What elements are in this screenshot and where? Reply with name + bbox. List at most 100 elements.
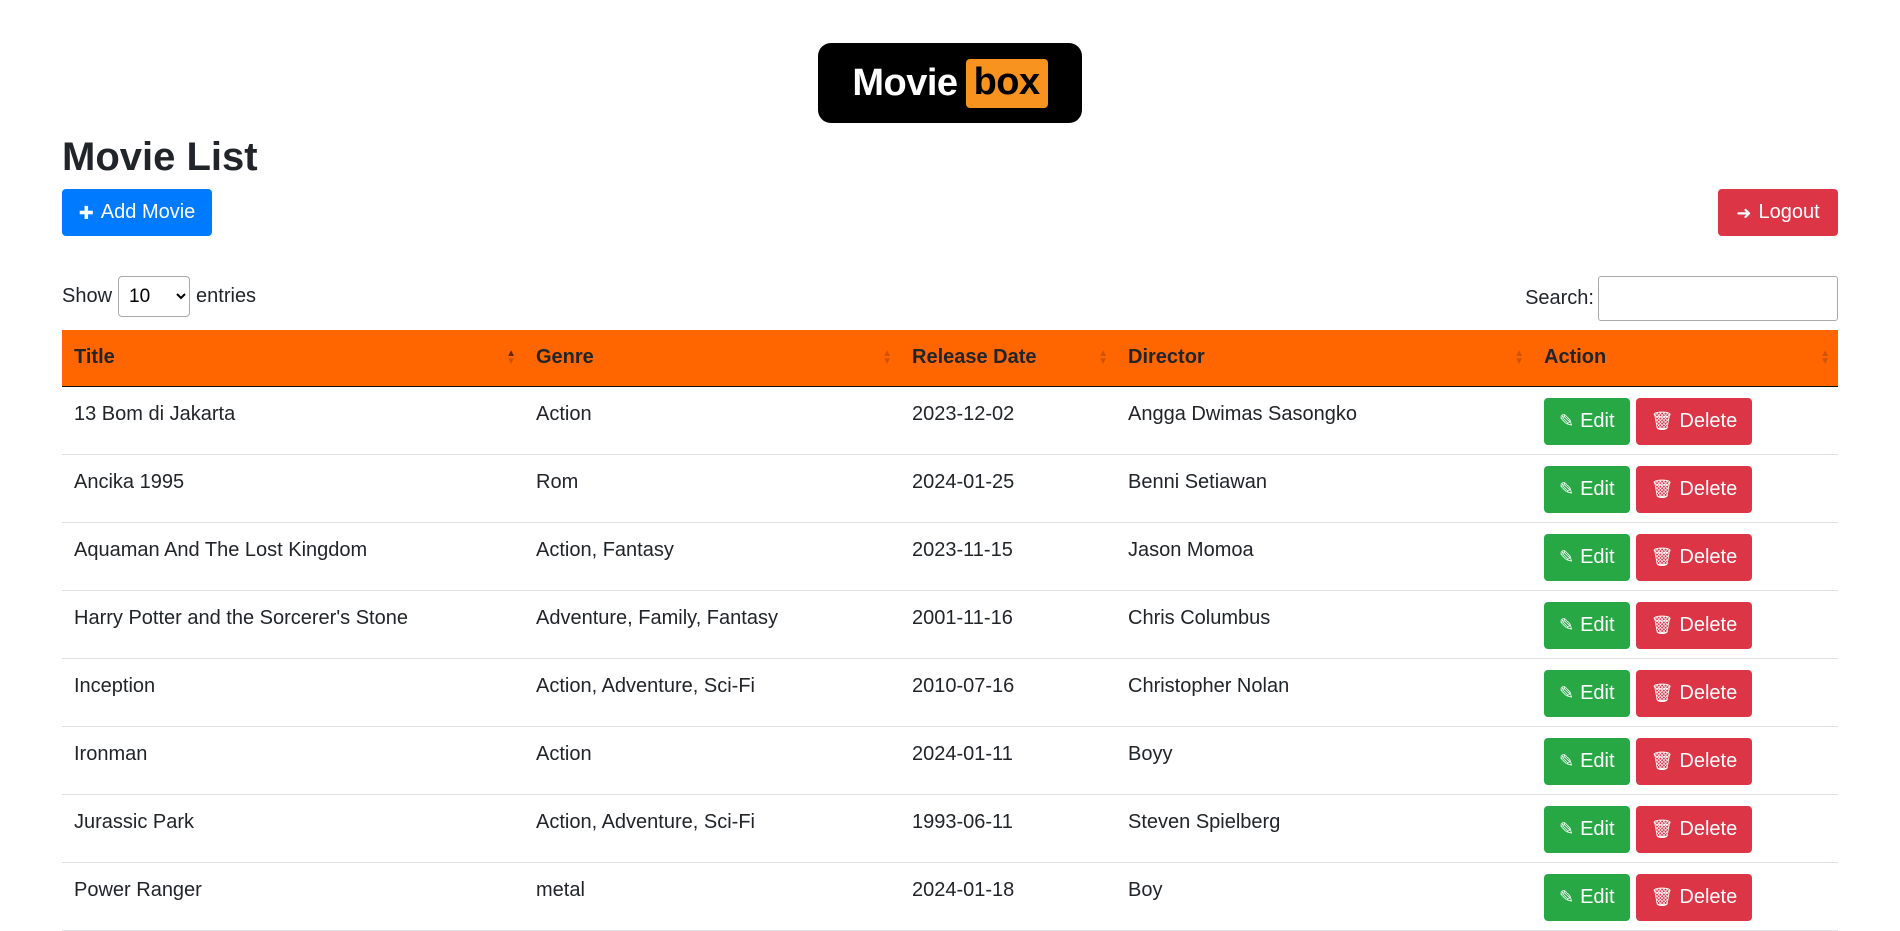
cell-release-date: 2010-07-16 xyxy=(912,674,1015,697)
edit-label: Edit xyxy=(1580,817,1615,840)
delete-button[interactable]: 🗑 Delete xyxy=(1635,465,1753,513)
add-movie-button[interactable]: ✚ Add Movie xyxy=(62,189,212,236)
sort-ascending-icon: ▲ ▼ xyxy=(506,347,516,367)
cell-title: Jurassic Park xyxy=(74,810,195,833)
movie-table: Title ▲ ▼ Genre ▲ ▼ Release Date ▲ ▼ Direct… xyxy=(62,330,1838,931)
row-actions: ✎ Edit 🗑 Delete xyxy=(1544,805,1826,853)
delete-button[interactable]: 🗑 Delete xyxy=(1635,601,1753,649)
cell-release-date: 2024-01-25 xyxy=(912,470,1015,493)
table-row: Inception Action, Adventure, Sci-Fi 2010-0… xyxy=(62,658,1838,726)
delete-button[interactable]: 🗑 Delete xyxy=(1635,533,1753,581)
column-header-title[interactable]: Title ▲ ▼ xyxy=(62,330,524,387)
cell-release-date: 2001-11-16 xyxy=(912,606,1013,629)
edit-button[interactable]: ✎ Edit xyxy=(1544,601,1630,649)
page-length-control: Show 10 entries xyxy=(62,276,256,317)
cell-action: ✎ Edit 🗑 Delete xyxy=(1532,454,1838,522)
edit-icon: ✎ xyxy=(1559,479,1575,499)
cell-title: Harry Potter and the Sorcerer's Stone xyxy=(74,606,408,629)
delete-button[interactable]: 🗑 Delete xyxy=(1635,873,1753,921)
cell-director: Christopher Nolan xyxy=(1128,674,1290,697)
table-row: 13 Bom di Jakarta Action 2023-12-02 Angga D… xyxy=(62,386,1838,454)
row-actions: ✎ Edit 🗑 Delete xyxy=(1544,601,1826,649)
sign-out-icon: ➜ xyxy=(1736,202,1752,223)
delete-button[interactable]: 🗑 Delete xyxy=(1635,737,1753,785)
cell-action: ✎ Edit 🗑 Delete xyxy=(1532,386,1838,454)
add-movie-label: Add Movie xyxy=(100,201,196,223)
edit-icon: ✎ xyxy=(1559,819,1575,839)
delete-label: Delete xyxy=(1679,613,1738,636)
edit-icon: ✎ xyxy=(1559,887,1575,907)
show-label: Show xyxy=(62,285,113,307)
logo-word-box: box xyxy=(965,58,1048,108)
sort-icon: ▲ ▼ xyxy=(1820,347,1830,367)
delete-label: Delete xyxy=(1679,681,1738,704)
plus-icon: ✚ xyxy=(78,202,94,223)
delete-button[interactable]: 🗑 Delete xyxy=(1635,397,1753,445)
table-row: Jurassic Park Action, Adventure, Sci-Fi 19… xyxy=(62,794,1838,862)
cell-action: ✎ Edit 🗑 Delete xyxy=(1532,726,1838,794)
cell-release-date: 2024-01-11 xyxy=(912,742,1013,765)
edit-icon: ✎ xyxy=(1559,547,1575,567)
edit-icon: ✎ xyxy=(1559,615,1575,635)
column-header-director[interactable]: Director ▲ ▼ xyxy=(1116,330,1532,387)
cell-director: Chris Columbus xyxy=(1128,606,1271,629)
cell-genre: Action xyxy=(536,402,592,425)
trash-icon: 🗑 xyxy=(1650,615,1674,635)
row-actions: ✎ Edit 🗑 Delete xyxy=(1544,465,1826,513)
cell-release-date: 2024-01-18 xyxy=(912,878,1015,901)
cell-director: Jason Momoa xyxy=(1128,538,1254,561)
cell-genre: Action, Adventure, Sci-Fi xyxy=(536,810,755,833)
delete-label: Delete xyxy=(1679,545,1738,568)
cell-director: Boyy xyxy=(1128,742,1173,765)
logout-label: Logout xyxy=(1758,201,1820,223)
trash-icon: 🗑 xyxy=(1650,819,1674,839)
cell-action: ✎ Edit 🗑 Delete xyxy=(1532,794,1838,862)
cell-action: ✎ Edit 🗑 Delete xyxy=(1532,862,1838,930)
search-control: Search: xyxy=(1525,276,1838,321)
cell-action: ✎ Edit 🗑 Delete xyxy=(1532,658,1838,726)
cell-title: Ancika 1995 xyxy=(74,470,185,493)
edit-label: Edit xyxy=(1580,477,1615,500)
sort-icon: ▲ ▼ xyxy=(1514,347,1524,367)
column-header-action[interactable]: Action ▲ ▼ xyxy=(1532,330,1838,387)
table-header-row: Title ▲ ▼ Genre ▲ ▼ Release Date ▲ ▼ Direct… xyxy=(62,330,1838,387)
table-row: Ancika 1995 Rom 2024-01-25 Benni Setiawan ✎ E… xyxy=(62,454,1838,522)
entries-label: entries xyxy=(196,285,257,307)
edit-label: Edit xyxy=(1580,545,1615,568)
trash-icon: 🗑 xyxy=(1650,547,1674,567)
edit-icon: ✎ xyxy=(1559,683,1575,703)
moviebox-logo: Movie box xyxy=(818,43,1082,123)
edit-label: Edit xyxy=(1580,681,1615,704)
delete-button[interactable]: 🗑 Delete xyxy=(1635,669,1753,717)
cell-genre: Rom xyxy=(536,470,579,493)
delete-label: Delete xyxy=(1679,885,1738,908)
edit-label: Edit xyxy=(1580,409,1615,432)
delete-label: Delete xyxy=(1679,749,1738,772)
page-length-select[interactable]: 10 xyxy=(118,276,191,317)
delete-button[interactable]: 🗑 Delete xyxy=(1635,805,1753,853)
cell-release-date: 2023-12-02 xyxy=(912,402,1015,425)
edit-button[interactable]: ✎ Edit xyxy=(1544,873,1630,921)
trash-icon: 🗑 xyxy=(1650,411,1674,431)
cell-release-date: 1993-06-11 xyxy=(912,810,1013,833)
logout-button[interactable]: ➜ Logout xyxy=(1718,189,1838,236)
edit-label: Edit xyxy=(1580,749,1615,772)
edit-button[interactable]: ✎ Edit xyxy=(1544,397,1630,445)
cell-title: Inception xyxy=(74,674,156,697)
cell-director: Benni Setiawan xyxy=(1128,470,1267,493)
table-row: Aquaman And The Lost Kingdom Action, Fant… xyxy=(62,522,1838,590)
edit-button[interactable]: ✎ Edit xyxy=(1544,737,1630,785)
table-row: Ironman Action 2024-01-11 Boyy ✎ Edit 🗑 Delete xyxy=(62,726,1838,794)
edit-button[interactable]: ✎ Edit xyxy=(1544,669,1630,717)
column-header-release-date[interactable]: Release Date ▲ ▼ xyxy=(900,330,1116,387)
cell-action: ✎ Edit 🗑 Delete xyxy=(1532,522,1838,590)
cell-genre: metal xyxy=(536,878,585,901)
column-header-genre[interactable]: Genre ▲ ▼ xyxy=(524,330,900,387)
search-input[interactable] xyxy=(1598,276,1838,321)
edit-label: Edit xyxy=(1580,613,1615,636)
edit-button[interactable]: ✎ Edit xyxy=(1544,465,1630,513)
trash-icon: 🗑 xyxy=(1650,479,1674,499)
delete-label: Delete xyxy=(1679,409,1738,432)
edit-button[interactable]: ✎ Edit xyxy=(1544,805,1630,853)
edit-button[interactable]: ✎ Edit xyxy=(1544,533,1630,581)
